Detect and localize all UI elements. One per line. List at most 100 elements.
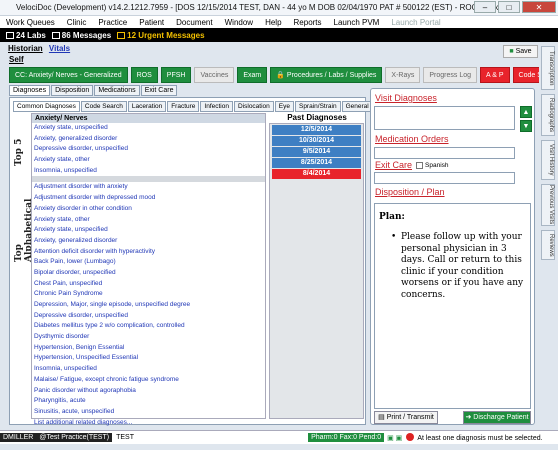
discharge-patient-button[interactable]: ➜ Discharge Patient [463, 411, 531, 424]
past-diagnosis-date[interactable]: 8/4/2014 [272, 169, 361, 179]
status-icons: ▣ ▣ [387, 434, 403, 442]
diagnosis-list-item[interactable]: Chest Pain, unspecified [32, 279, 265, 290]
diagnosis-list-item[interactable]: Hypertension, Benign Essential [32, 343, 265, 354]
menu-work-queues[interactable]: Work Queues [0, 18, 61, 27]
messages-alert[interactable]: 86 Messages [51, 31, 111, 40]
save-button[interactable]: ■ Save [503, 45, 538, 58]
diagnosis-list-item[interactable]: Depressive disorder, unspecified [32, 311, 265, 322]
tab-laceration[interactable]: Laceration [127, 101, 167, 112]
window-controls: – □ ✕ [474, 1, 556, 13]
menu-help[interactable]: Help [259, 18, 287, 27]
tab-pfsh[interactable]: PFSH [160, 67, 192, 83]
arrow-up-icon[interactable]: ▲ [520, 106, 532, 118]
diagnosis-list-item[interactable]: Diabetes mellitus type 2 w/o complicatio… [32, 321, 265, 332]
tab-exam[interactable]: Exam [237, 67, 268, 83]
diagnosis-list-item[interactable]: Insomnia, unspecified [32, 364, 265, 375]
diagnosis-list-item[interactable]: Bipolar disorder, unspecified [32, 268, 265, 279]
menu-clinic[interactable]: Clinic [61, 18, 93, 27]
exit-care-link[interactable]: Exit Care [375, 160, 412, 170]
menu-patient[interactable]: Patient [133, 18, 170, 27]
tab-sprain-strain[interactable]: Sprain/Strain [294, 101, 341, 112]
maximize-button[interactable]: □ [498, 1, 520, 13]
spanish-checkbox[interactable] [416, 161, 424, 169]
minimize-button[interactable]: – [474, 1, 496, 13]
tab-xrays[interactable]: X-Rays [385, 67, 421, 83]
tab-progress-log[interactable]: Progress Log [423, 67, 478, 83]
diagnosis-list-item[interactable]: Attention deficit disorder with hyperact… [32, 247, 265, 258]
visit-diagnoses-link[interactable]: Visit Diagnoses [375, 93, 437, 103]
vitals-link[interactable]: Vitals [49, 44, 70, 53]
labs-alert[interactable]: 24 Labs [6, 31, 46, 40]
tab-disposition[interactable]: Disposition [51, 85, 94, 96]
arrow-down-icon[interactable]: ▼ [520, 120, 532, 132]
diagnosis-list-item[interactable]: Anxiety, generalized disorder [32, 236, 265, 247]
medication-orders-box[interactable] [374, 147, 515, 159]
past-diagnosis-date[interactable]: 12/5/2014 [272, 125, 361, 135]
diagnosis-list-item[interactable]: Depressive disorder, unspecified [32, 144, 265, 155]
disposition-plan-link[interactable]: Disposition / Plan [375, 187, 445, 197]
medication-orders-link[interactable]: Medication Orders [375, 134, 449, 144]
diagnosis-list-item[interactable]: Depression, Major, single episode, unspe… [32, 300, 265, 311]
urgent-messages-alert[interactable]: 12 Urgent Messages [117, 31, 205, 40]
menu-bar: Work Queues Clinic Practice Patient Docu… [0, 16, 558, 28]
side-tab-previous-visits[interactable]: Previous Visits [541, 184, 555, 226]
diagnosis-list-item[interactable]: Pharyngitis, acute [32, 396, 265, 407]
diagnosis-list-item[interactable]: Anxiety, generalized disorder [32, 134, 265, 145]
menu-window[interactable]: Window [219, 18, 259, 27]
header-links: Historian Vitals [8, 44, 70, 53]
print-transmit-button[interactable]: ▤ Print / Transmit [374, 411, 438, 424]
alert-bar: 24 Labs 86 Messages 12 Urgent Messages [0, 28, 558, 42]
tab-diagnoses[interactable]: Diagnoses [9, 85, 51, 96]
menu-reports[interactable]: Reports [288, 18, 328, 27]
tab-a-and-p[interactable]: A & P [480, 67, 510, 83]
diagnosis-list-item[interactable]: Insomnia, unspecified [32, 166, 265, 177]
tab-procedures[interactable]: 🔒 Procedures / Labs / Supplies [270, 67, 383, 83]
menu-practice[interactable]: Practice [92, 18, 133, 27]
diagnosis-list-item[interactable]: Sinusitis, acute, unspecified [32, 407, 265, 418]
diagnosis-list-item[interactable]: Anxiety state, unspecified [32, 123, 265, 134]
menu-launch-portal[interactable]: Launch Portal [385, 18, 446, 27]
side-tabs: Transcription Radiographs Visit History … [539, 44, 558, 428]
diagnosis-list-item[interactable]: Hypertension, Unspecified Essential [32, 353, 265, 364]
diagnosis-list-item[interactable]: Dysthymic disorder [32, 332, 265, 343]
diagnosis-list-item[interactable]: Chronic Pain Syndrome [32, 289, 265, 300]
past-diagnosis-date[interactable]: 8/25/2014 [272, 158, 361, 168]
tab-fracture[interactable]: Fracture [167, 101, 200, 112]
diagnosis-list-item[interactable]: Panic disorder without agoraphobia [32, 386, 265, 397]
diagnosis-list-item[interactable]: Adjustment disorder with anxiety [32, 182, 265, 193]
tab-eye[interactable]: Eye [274, 101, 294, 112]
tab-dislocation[interactable]: Dislocation [233, 101, 274, 112]
diagnosis-list-item[interactable]: Malaise/ Fatigue, except chronic fatigue… [32, 375, 265, 386]
plan-text-area[interactable]: Plan: Please follow up with your persona… [374, 203, 531, 409]
past-diagnosis-date[interactable]: 10/30/2014 [272, 136, 361, 146]
close-button[interactable]: ✕ [522, 1, 556, 13]
menu-launch-pvm[interactable]: Launch PVM [328, 18, 386, 27]
tab-ros[interactable]: ROS [130, 67, 158, 83]
tab-vaccines[interactable]: Vaccines [194, 67, 235, 83]
status-counts[interactable]: Pharm:0 Fax:0 Pend:0 [308, 433, 385, 442]
side-tab-reviews[interactable]: Reviews [541, 230, 555, 260]
diagnosis-list-item[interactable]: Back Pain, lower (Lumbago) [32, 257, 265, 268]
tab-infection[interactable]: Infection [200, 101, 233, 112]
visit-diagnoses-box[interactable] [374, 106, 515, 130]
urgent-envelope-icon [117, 31, 126, 39]
diagnosis-list-item[interactable]: Anxiety state, other [32, 155, 265, 166]
status-bar: DMILLER @Test Practice(TEST) TEST Pharm:… [0, 430, 558, 444]
side-tab-transcription[interactable]: Transcription [541, 46, 555, 90]
diagnosis-list-item[interactable]: Anxiety state, unspecified [32, 225, 265, 236]
side-tab-visit-history[interactable]: Visit History [541, 140, 555, 180]
diagnosis-list-item[interactable]: Anxiety disorder in other condition [32, 204, 265, 215]
tab-exit-care[interactable]: Exit Care [140, 85, 178, 96]
menu-document[interactable]: Document [170, 18, 218, 27]
tab-code-search[interactable]: Code Search [80, 101, 127, 112]
past-diagnosis-date[interactable]: 9/5/2014 [272, 147, 361, 157]
tab-medications[interactable]: Medications [94, 85, 140, 96]
tab-common-diagnoses[interactable]: Common Diagnoses [13, 101, 80, 112]
tab-chief-complaint[interactable]: CC: Anxiety/ Nerves - Generalized [9, 67, 128, 83]
side-tab-radiographs[interactable]: Radiographs [541, 94, 555, 136]
diagnosis-list-item[interactable]: List additional related diagnoses... [32, 418, 265, 429]
diagnosis-list-item[interactable]: Adjustment disorder with depressed mood [32, 193, 265, 204]
exit-care-box[interactable] [374, 172, 515, 184]
diagnosis-list-item[interactable]: Anxiety state, other [32, 215, 265, 226]
historian-link[interactable]: Historian [8, 44, 43, 53]
